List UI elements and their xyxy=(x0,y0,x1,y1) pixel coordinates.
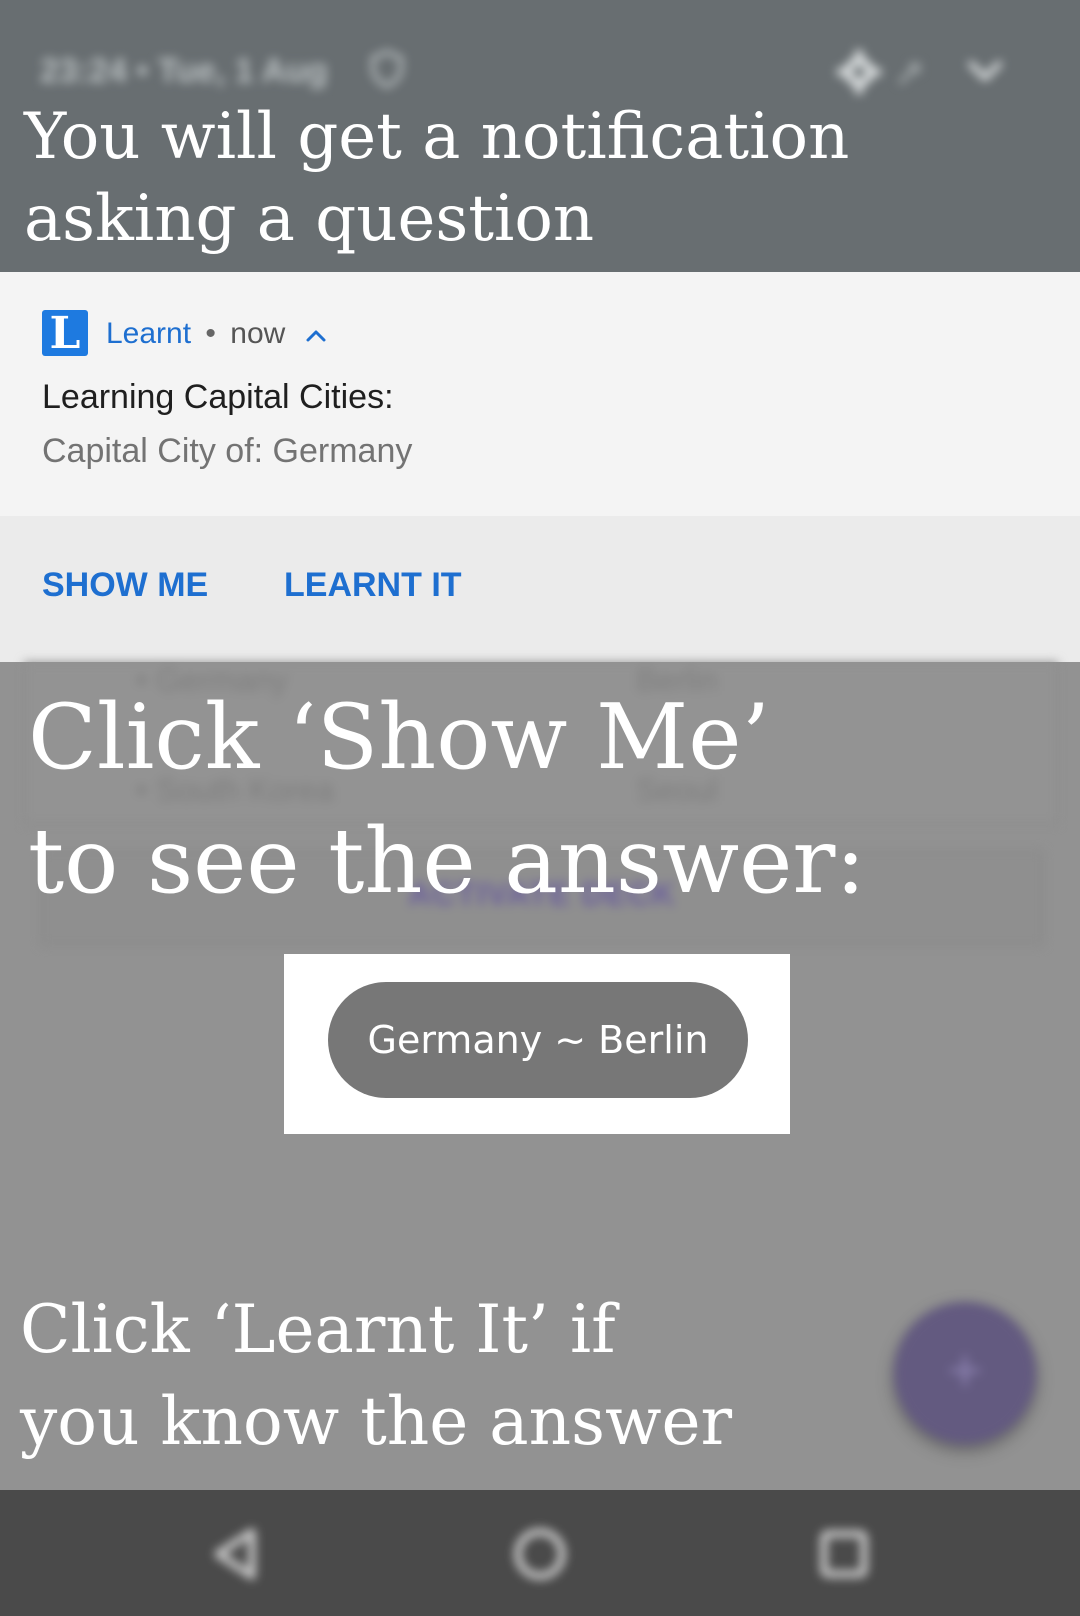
notification-time: now xyxy=(230,317,286,350)
learnt-it-button[interactable]: LEARNT IT xyxy=(284,566,462,605)
instruction-heading-notification: You will get a notification asking a que… xyxy=(24,100,850,256)
app-icon: L xyxy=(42,310,88,358)
add-fab-button[interactable]: + xyxy=(894,1302,1036,1444)
instruction-heading-show-me: Click ‘Show Me’ to see the answer: xyxy=(28,685,866,914)
status-bar: 23:24 • Tue, 1 Aug xyxy=(40,48,1040,98)
wrench-icon xyxy=(898,62,921,85)
separator-dot: • xyxy=(205,317,216,350)
notification-actions: SHOW ME LEARNT IT xyxy=(0,516,1080,662)
shield-icon xyxy=(371,50,403,88)
navigation-bar xyxy=(0,1490,1080,1616)
home-icon[interactable] xyxy=(508,1522,572,1586)
show-me-button[interactable]: SHOW ME xyxy=(42,566,208,605)
answer-pill: Germany ~ Berlin xyxy=(328,982,748,1098)
instruction-heading-learnt-it: Click ‘Learnt It’ if you know the answer xyxy=(20,1291,733,1460)
chevron-up-icon[interactable] xyxy=(304,325,328,345)
notification-title: Learning Capital Cities: xyxy=(42,378,394,416)
notification-card[interactable]: L Learnt • now Learning Capital Cities: … xyxy=(0,272,1080,516)
recents-icon[interactable] xyxy=(812,1522,876,1586)
app-name: Learnt xyxy=(106,317,192,350)
answer-example-box: Germany ~ Berlin xyxy=(284,954,790,1134)
notification-header: Learnt • now xyxy=(106,316,328,352)
gear-icon[interactable] xyxy=(835,48,883,96)
chevron-down-icon[interactable] xyxy=(965,56,1005,86)
notification-body: Capital City of: Germany xyxy=(42,432,413,470)
top-banner: 23:24 • Tue, 1 Aug You will get a notifi… xyxy=(0,0,1080,272)
status-time-date: 23:24 • Tue, 1 Aug xyxy=(40,52,328,90)
back-icon[interactable] xyxy=(204,1522,268,1586)
